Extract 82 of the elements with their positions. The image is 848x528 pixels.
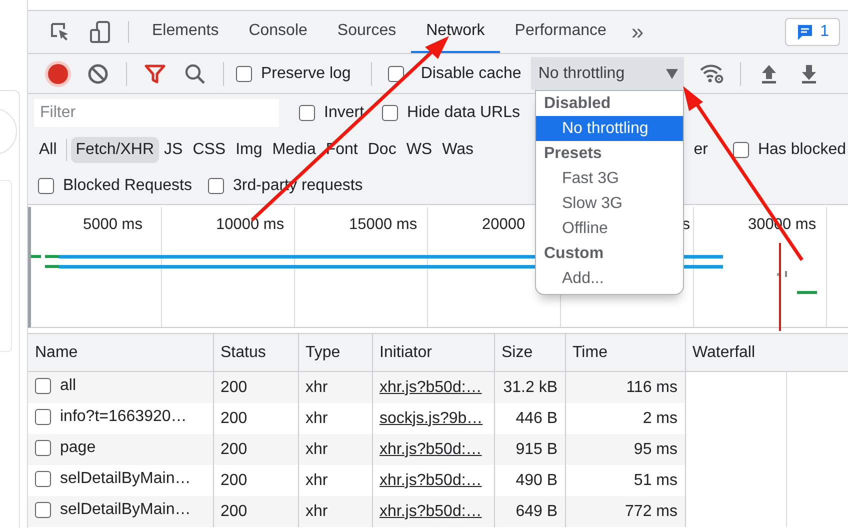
checkbox-label: Disable cache xyxy=(420,64,522,82)
table-cell: xhr xyxy=(298,496,372,527)
menu-item[interactable]: No throttling xyxy=(536,116,683,141)
wifi-gear-icon xyxy=(699,62,726,84)
table-cell: 649 B xyxy=(494,496,565,527)
checkbox[interactable] xyxy=(388,66,404,82)
checkbox-label: Preserve log xyxy=(261,64,351,82)
column-header[interactable]: Size xyxy=(494,334,565,372)
column-header[interactable]: Name xyxy=(28,334,213,372)
row-checkbox[interactable] xyxy=(35,408,51,424)
menu-heading: Disabled xyxy=(543,94,612,114)
time-tick-label: 10000 ms xyxy=(216,216,284,235)
table-cell: 31.2 kB xyxy=(494,372,565,403)
menu-item[interactable]: Fast 3G xyxy=(536,166,683,191)
upload-icon xyxy=(760,64,778,84)
block-icon xyxy=(87,62,109,84)
row-checkbox[interactable] xyxy=(35,378,51,394)
funnel-icon xyxy=(144,64,166,84)
request-name[interactable]: info?t=1663920… xyxy=(60,408,187,426)
checkbox-label: Invert xyxy=(324,104,364,122)
checkbox[interactable] xyxy=(382,105,398,121)
table-cell: 95 ms xyxy=(565,434,685,465)
type-filter-button[interactable]: Doc xyxy=(362,137,402,163)
column-header[interactable]: Time xyxy=(565,334,685,372)
type-filter-button[interactable]: Was xyxy=(437,137,479,163)
device-toolbar-icon[interactable] xyxy=(89,20,111,44)
menu-item[interactable]: Offline xyxy=(536,216,683,241)
table-cell: 116 ms xyxy=(565,372,685,403)
checkbox-label: Hide data URLs xyxy=(407,104,520,122)
table-cell: 200 xyxy=(213,434,298,465)
checkbox[interactable] xyxy=(299,105,315,121)
table-cell: xhr xyxy=(298,434,372,465)
type-filter-button[interactable]: JS xyxy=(159,137,188,163)
initiator-link[interactable]: sockjs.js?9b… xyxy=(380,410,483,426)
panel-tab[interactable]: Performance xyxy=(500,11,622,53)
type-filter-button[interactable]: All xyxy=(34,137,62,163)
panel-tab[interactable]: Sources xyxy=(322,11,412,53)
download-icon xyxy=(800,64,818,84)
table-cell: 200 xyxy=(213,372,298,403)
menu-heading: Custom xyxy=(543,244,605,264)
row-checkbox[interactable] xyxy=(35,440,51,456)
filter-field[interactable]: Filter xyxy=(34,99,279,127)
type-filter-button[interactable]: er xyxy=(688,137,713,163)
menu-item[interactable]: Slow 3G xyxy=(536,191,683,216)
column-header[interactable]: Initiator xyxy=(372,334,494,372)
checkbox-label: Blocked Requests xyxy=(63,177,192,195)
type-filter-button[interactable]: CSS xyxy=(188,137,231,163)
time-tick-label: 5000 ms xyxy=(83,216,142,235)
request-name[interactable]: all xyxy=(60,376,76,394)
row-checkbox[interactable] xyxy=(35,502,51,518)
type-filter-button[interactable]: Img xyxy=(230,137,268,163)
row-checkbox[interactable] xyxy=(35,470,51,486)
checkbox[interactable] xyxy=(732,142,749,158)
table-cell: 772 ms xyxy=(565,496,685,527)
menu-heading: Presets xyxy=(543,144,603,164)
time-tick-label: 20000 xyxy=(482,216,526,235)
throttling-select[interactable]: No throttling xyxy=(531,57,684,90)
panel-tab[interactable]: Console xyxy=(234,11,322,53)
checkbox[interactable] xyxy=(236,66,252,82)
column-header[interactable]: Status xyxy=(213,334,298,372)
checkbox[interactable] xyxy=(208,178,224,194)
column-header[interactable]: Type xyxy=(298,334,372,372)
type-filter-button[interactable]: WS xyxy=(401,137,438,163)
checkbox[interactable] xyxy=(38,178,54,194)
request-name[interactable]: page xyxy=(60,438,96,456)
issues-button[interactable]: 1 xyxy=(785,18,840,46)
table-cell: 200 xyxy=(213,496,298,527)
time-tick-label: 15000 ms xyxy=(349,216,418,235)
column-header[interactable]: Waterfall xyxy=(685,334,848,372)
more-tabs-button[interactable]: » xyxy=(621,11,654,53)
dropdown-arrow-icon xyxy=(666,68,678,78)
type-filter-button[interactable]: Media xyxy=(267,137,321,163)
initiator-link[interactable]: xhr.js?b50d:… xyxy=(380,472,482,488)
table-cell: 915 B xyxy=(494,434,565,465)
search-icon xyxy=(184,62,206,84)
panel-tab[interactable]: Elements xyxy=(137,11,234,53)
checkbox-label: Has blocked xyxy=(758,141,846,159)
table-cell: xhr xyxy=(298,372,372,403)
type-filter-button[interactable]: Fetch/XHR xyxy=(70,137,160,163)
request-name[interactable]: selDetailByMain… xyxy=(60,470,191,488)
menu-item[interactable]: Add... xyxy=(536,266,683,291)
message-icon xyxy=(796,23,814,41)
